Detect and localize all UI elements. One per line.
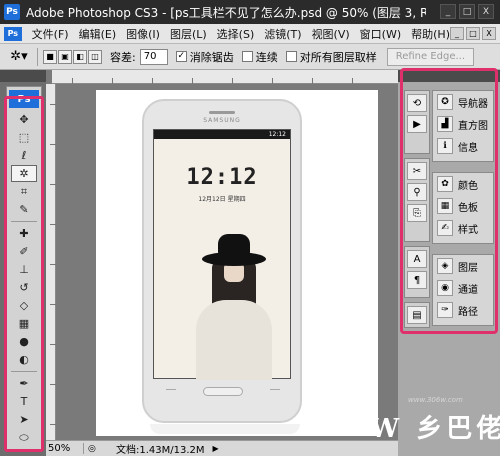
menu-select[interactable]: 选择(S) [217,26,255,42]
status-navigator-icon[interactable]: ◎ [88,444,102,454]
phone-clock: 12:12 [186,165,258,190]
doc-restore-button[interactable]: □ [466,27,480,40]
phone-home-button [203,387,243,396]
close-button[interactable]: X [478,4,494,19]
menu-filter[interactable]: 滤镜(T) [264,26,301,42]
magic-wand-preset-icon[interactable]: ✲▾ [6,47,32,67]
zoom-level[interactable]: 50% [46,443,84,454]
checkbox-empty-icon [285,51,297,62]
antialias-checkbox[interactable]: ✓ 消除锯齿 [175,49,234,65]
watermark-url: www.306w.com [408,396,463,404]
refine-edge-button[interactable]: Refine Edge... [386,47,475,66]
maximize-button[interactable]: □ [459,4,475,19]
options-divider [37,47,38,66]
phone-screen: 12:12 12:12 12月12日 星期四 [153,129,291,380]
add-selection-icon[interactable]: ▣ [58,49,72,64]
panels-highlight [400,68,498,334]
menu-app-icon[interactable]: Ps [4,26,22,41]
menu-bar: Ps 文件(F) 编辑(E) 图像(I) 图层(L) 选择(S) 滤镜(T) 视… [0,24,500,44]
checkbox-empty-icon [241,51,253,62]
wallpaper-body [196,300,272,380]
minimize-button[interactable]: _ [440,4,456,19]
horizontal-ruler [52,70,398,84]
phone-image: SAMSUNG 12:12 12:12 12月12日 星期四 [142,99,302,423]
contiguous-checkbox[interactable]: 连续 [241,49,278,65]
subtract-selection-icon[interactable]: ◧ [73,49,87,64]
phone-date: 12月12日 星期四 [198,196,246,203]
tolerance-input[interactable]: 70 [139,48,168,65]
document-size: 文档:1.43M/13.2M [116,445,205,456]
phone-brand: SAMSUNG [203,117,241,124]
phone-earpiece [209,111,235,114]
site-watermark: www.306w.com W 乡巴佬 [364,396,500,454]
status-menu-arrow-icon[interactable]: ▶ [213,444,219,453]
phone-status-time: 12:12 [154,130,290,139]
tolerance-label: 容差: [110,50,136,64]
toolbox-highlight [4,96,44,452]
wallpaper-hat-brim [202,252,266,266]
checkbox-checked-icon: ✓ [175,51,187,62]
antialias-label: 消除锯齿 [189,50,234,64]
phone-reflection [150,424,300,434]
doc-minimize-button[interactable]: _ [450,27,464,40]
menu-file[interactable]: 文件(F) [32,26,69,42]
menu-image[interactable]: 图像(I) [126,26,160,42]
photoshop-app-icon: Ps [4,4,20,20]
menu-window[interactable]: 窗口(W) [360,26,401,42]
document-status-bar: 50% ◎ 文档:1.43M/13.2M ▶ [46,440,398,456]
new-selection-icon[interactable]: ■ [43,49,57,64]
window-title: Adobe Photoshop CS3 - [ps工具栏不见了怎么办.psd @… [26,5,426,20]
sample-all-layers-checkbox[interactable]: 对所有图层取样 [285,49,377,65]
vertical-ruler [46,84,56,440]
sample-all-layers-label: 对所有图层取样 [299,50,377,64]
menu-layer[interactable]: 图层(L) [170,26,207,42]
doc-close-button[interactable]: X [482,27,496,40]
menu-view[interactable]: 视图(V) [312,26,350,42]
contiguous-label: 连续 [255,50,278,64]
options-bar: ✲▾ ■ ▣ ◧ ◫ 容差: 70 ✓ 消除锯齿 连续 对所有图层取样 Refi… [0,44,500,70]
selection-mode-group: ■ ▣ ◧ ◫ [43,49,102,64]
menu-help[interactable]: 帮助(H) [411,26,450,42]
title-bar: Ps Adobe Photoshop CS3 - [ps工具栏不见了怎么办.ps… [0,0,500,24]
menu-softkey [166,389,176,394]
back-softkey [270,389,280,394]
toolbox-collapse-strip[interactable] [0,70,46,82]
watermark-logo-text: W 乡巴佬 [370,414,500,444]
menu-edit[interactable]: 编辑(E) [79,26,117,42]
intersect-selection-icon[interactable]: ◫ [88,49,102,64]
